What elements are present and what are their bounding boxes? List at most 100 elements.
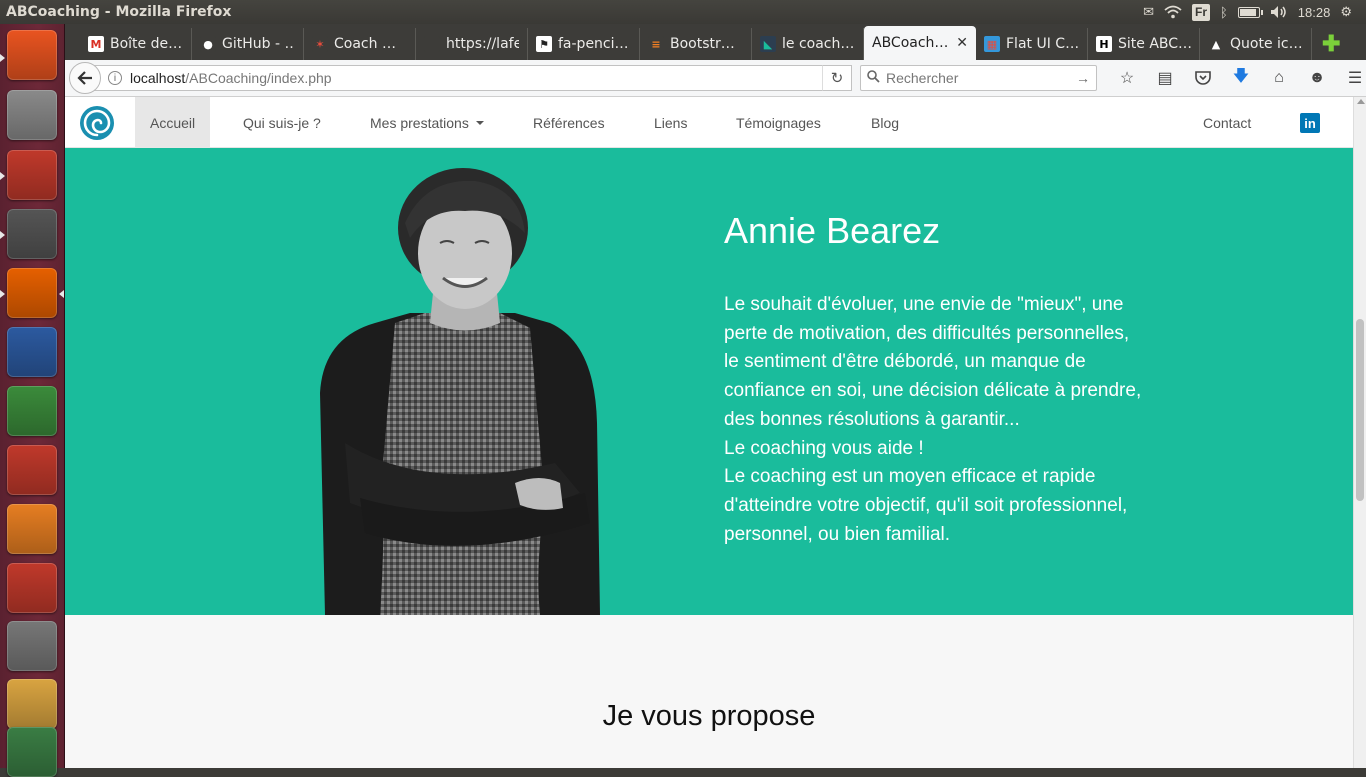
hero-paragraph-1: Le souhait d'évoluer, une envie de "mieu… [724,294,1142,430]
launcher-workspace-icon[interactable] [7,727,57,777]
search-go-icon[interactable]: → [1076,70,1090,86]
url-host: localhost [130,70,186,86]
browser-tab[interactable]: ⚑ fa-penci… [528,28,640,60]
nav-item-label: Liens [654,114,688,131]
search-icon [867,70,880,86]
tab-label: GitHub - … [222,36,295,52]
nav-item[interactable]: Blog [856,97,914,148]
launcher-libreoffice-writer-icon[interactable] [7,327,57,377]
system-top-panel: ABCoaching - Mozilla Firefox ✉ Fr ᛒ 18:2… [0,0,1366,24]
tab-label: fa-penci… [558,36,629,52]
tab-favicon-icon: ◣ [760,36,776,52]
bookmark-star-icon[interactable]: ☆ [1108,65,1146,91]
running-app-indicator [0,290,5,298]
launcher-system-settings-icon[interactable] [7,563,57,613]
nav-contact[interactable]: Contact [1188,97,1266,148]
browser-tab[interactable]: https://lafe… [416,28,528,60]
hello-chat-icon[interactable]: ☻ [1298,65,1336,91]
messaging-indicator-icon[interactable]: ✉ [1143,4,1154,20]
caret-down-icon [475,120,484,125]
nav-item-label: Références [533,114,605,131]
wifi-icon[interactable] [1164,5,1182,19]
launcher-libreoffice-calc-icon[interactable] [7,386,57,436]
nav-item[interactable]: Mes prestations [355,97,499,148]
search-bar[interactable]: Rechercher → [860,65,1097,91]
launcher-software-center-icon[interactable] [7,504,57,554]
web-page: Contact in Accueil Qui suis-je ? Mes prest… [65,97,1353,768]
tab-favicon-icon [424,36,440,52]
hero-name: Annie Bearez [724,210,941,251]
nav-item-label: Témoignages [736,114,821,131]
browser-tab[interactable]: ▦ Flat UI C… [976,28,1088,60]
browser-tab[interactable]: M Boîte de… [80,28,192,60]
tab-favicon-icon: ▲ [1208,36,1224,52]
browser-tab[interactable]: ABCoach… ✕ [864,26,976,60]
nav-item[interactable]: Accueil [135,97,211,148]
tab-label: Flat UI C… [1006,36,1079,52]
volume-icon[interactable] [1270,5,1288,19]
pocket-icon[interactable] [1184,65,1222,91]
browser-toolbar: i localhost/ABCoaching/index.php ↻ Reche… [65,60,1366,97]
keyboard-layout-indicator[interactable]: Fr [1191,3,1210,21]
nav-item[interactable]: Références [518,97,620,148]
reload-icon[interactable]: ↻ [822,65,852,91]
tab-label: Bootstr… [670,36,735,52]
launcher-image-viewer-icon[interactable] [7,679,57,729]
launcher-libreoffice-impress-icon[interactable] [7,445,57,495]
portrait-photo [320,168,600,615]
tab-favicon-icon: ≡ [648,36,664,52]
site-info-icon[interactable]: i [108,71,122,85]
site-logo-spiral-icon[interactable] [79,105,115,141]
bluetooth-icon[interactable]: ᛒ [1220,5,1228,20]
hero-description: Le souhait d'évoluer, une envie de "mieu… [724,291,1144,549]
nav-item[interactable]: Témoignages [721,97,836,148]
clock[interactable]: 18:28 [1298,5,1331,20]
new-tab-icon[interactable]: ✚ [1322,28,1340,60]
tab-label: le coach… [782,36,855,52]
hero-section: Annie Bearez Le souhait d'évoluer, une e… [65,148,1353,615]
session-gear-icon[interactable]: ⚙ [1340,4,1352,20]
running-app-indicator [0,54,5,62]
indicator-area: ✉ Fr ᛒ 18:28 ⚙ [1143,3,1366,21]
tab-label: https://lafe… [446,36,519,52]
tab-label: Coach … [334,36,396,52]
downloads-icon[interactable]: 🡇 [1222,65,1260,91]
browser-tab[interactable]: ▲ Quote ic… [1200,28,1312,60]
home-icon[interactable]: ⌂ [1260,65,1298,91]
nav-item-label: Accueil [150,114,196,131]
tab-favicon-icon: ▦ [984,36,1000,52]
menu-hamburger-icon[interactable]: ☰ [1336,65,1366,91]
launcher-files-icon[interactable] [7,90,57,140]
url-path: /ABCoaching/index.php [185,70,332,86]
scrollbar-thumb[interactable] [1356,319,1364,501]
nav-item[interactable]: Liens [639,97,702,148]
back-arrow-icon[interactable] [69,62,101,94]
launcher-terminal-icon[interactable] [7,150,57,200]
browser-tab[interactable]: ● GitHub - … [192,28,304,60]
linkedin-icon[interactable]: in [1300,113,1320,133]
launcher-gimp-icon[interactable] [7,621,57,671]
search-placeholder: Rechercher [886,70,959,86]
section-title: Je vous propose [602,700,816,732]
browser-tab[interactable]: ≡ Bootstr… [640,28,752,60]
tab-favicon-icon: ✶ [312,36,328,52]
battery-icon[interactable] [1237,6,1263,18]
browser-tab[interactable]: H Site ABC… [1088,28,1200,60]
launcher-ubuntu-dash-icon[interactable] [7,30,57,80]
scroll-up-icon[interactable] [1357,99,1365,104]
nav-item[interactable]: Qui suis-je ? [228,97,336,148]
url-bar[interactable]: i localhost/ABCoaching/index.php [85,65,851,91]
browser-tab[interactable]: ◣ le coach… [752,28,864,60]
browser-tab[interactable]: ✶ Coach … [304,28,416,60]
bookmarks-list-icon[interactable]: ▤ [1146,65,1184,91]
tab-label: ABCoach… [872,35,949,51]
tab-close-icon[interactable]: ✕ [956,35,968,51]
launcher-sublime-text-icon[interactable] [7,209,57,259]
launcher-firefox-icon[interactable] [7,268,57,318]
page-scrollbar[interactable] [1353,97,1366,768]
tab-favicon-icon: M [88,36,104,52]
window-title: ABCoaching - Mozilla Firefox [6,4,232,20]
browser-tab-strip: M Boîte de… ● GitHub - … ✶ Coach … https://laf… [65,24,1366,60]
nav-item-label: Blog [871,114,900,131]
tab-favicon-icon: ⚑ [536,36,552,52]
